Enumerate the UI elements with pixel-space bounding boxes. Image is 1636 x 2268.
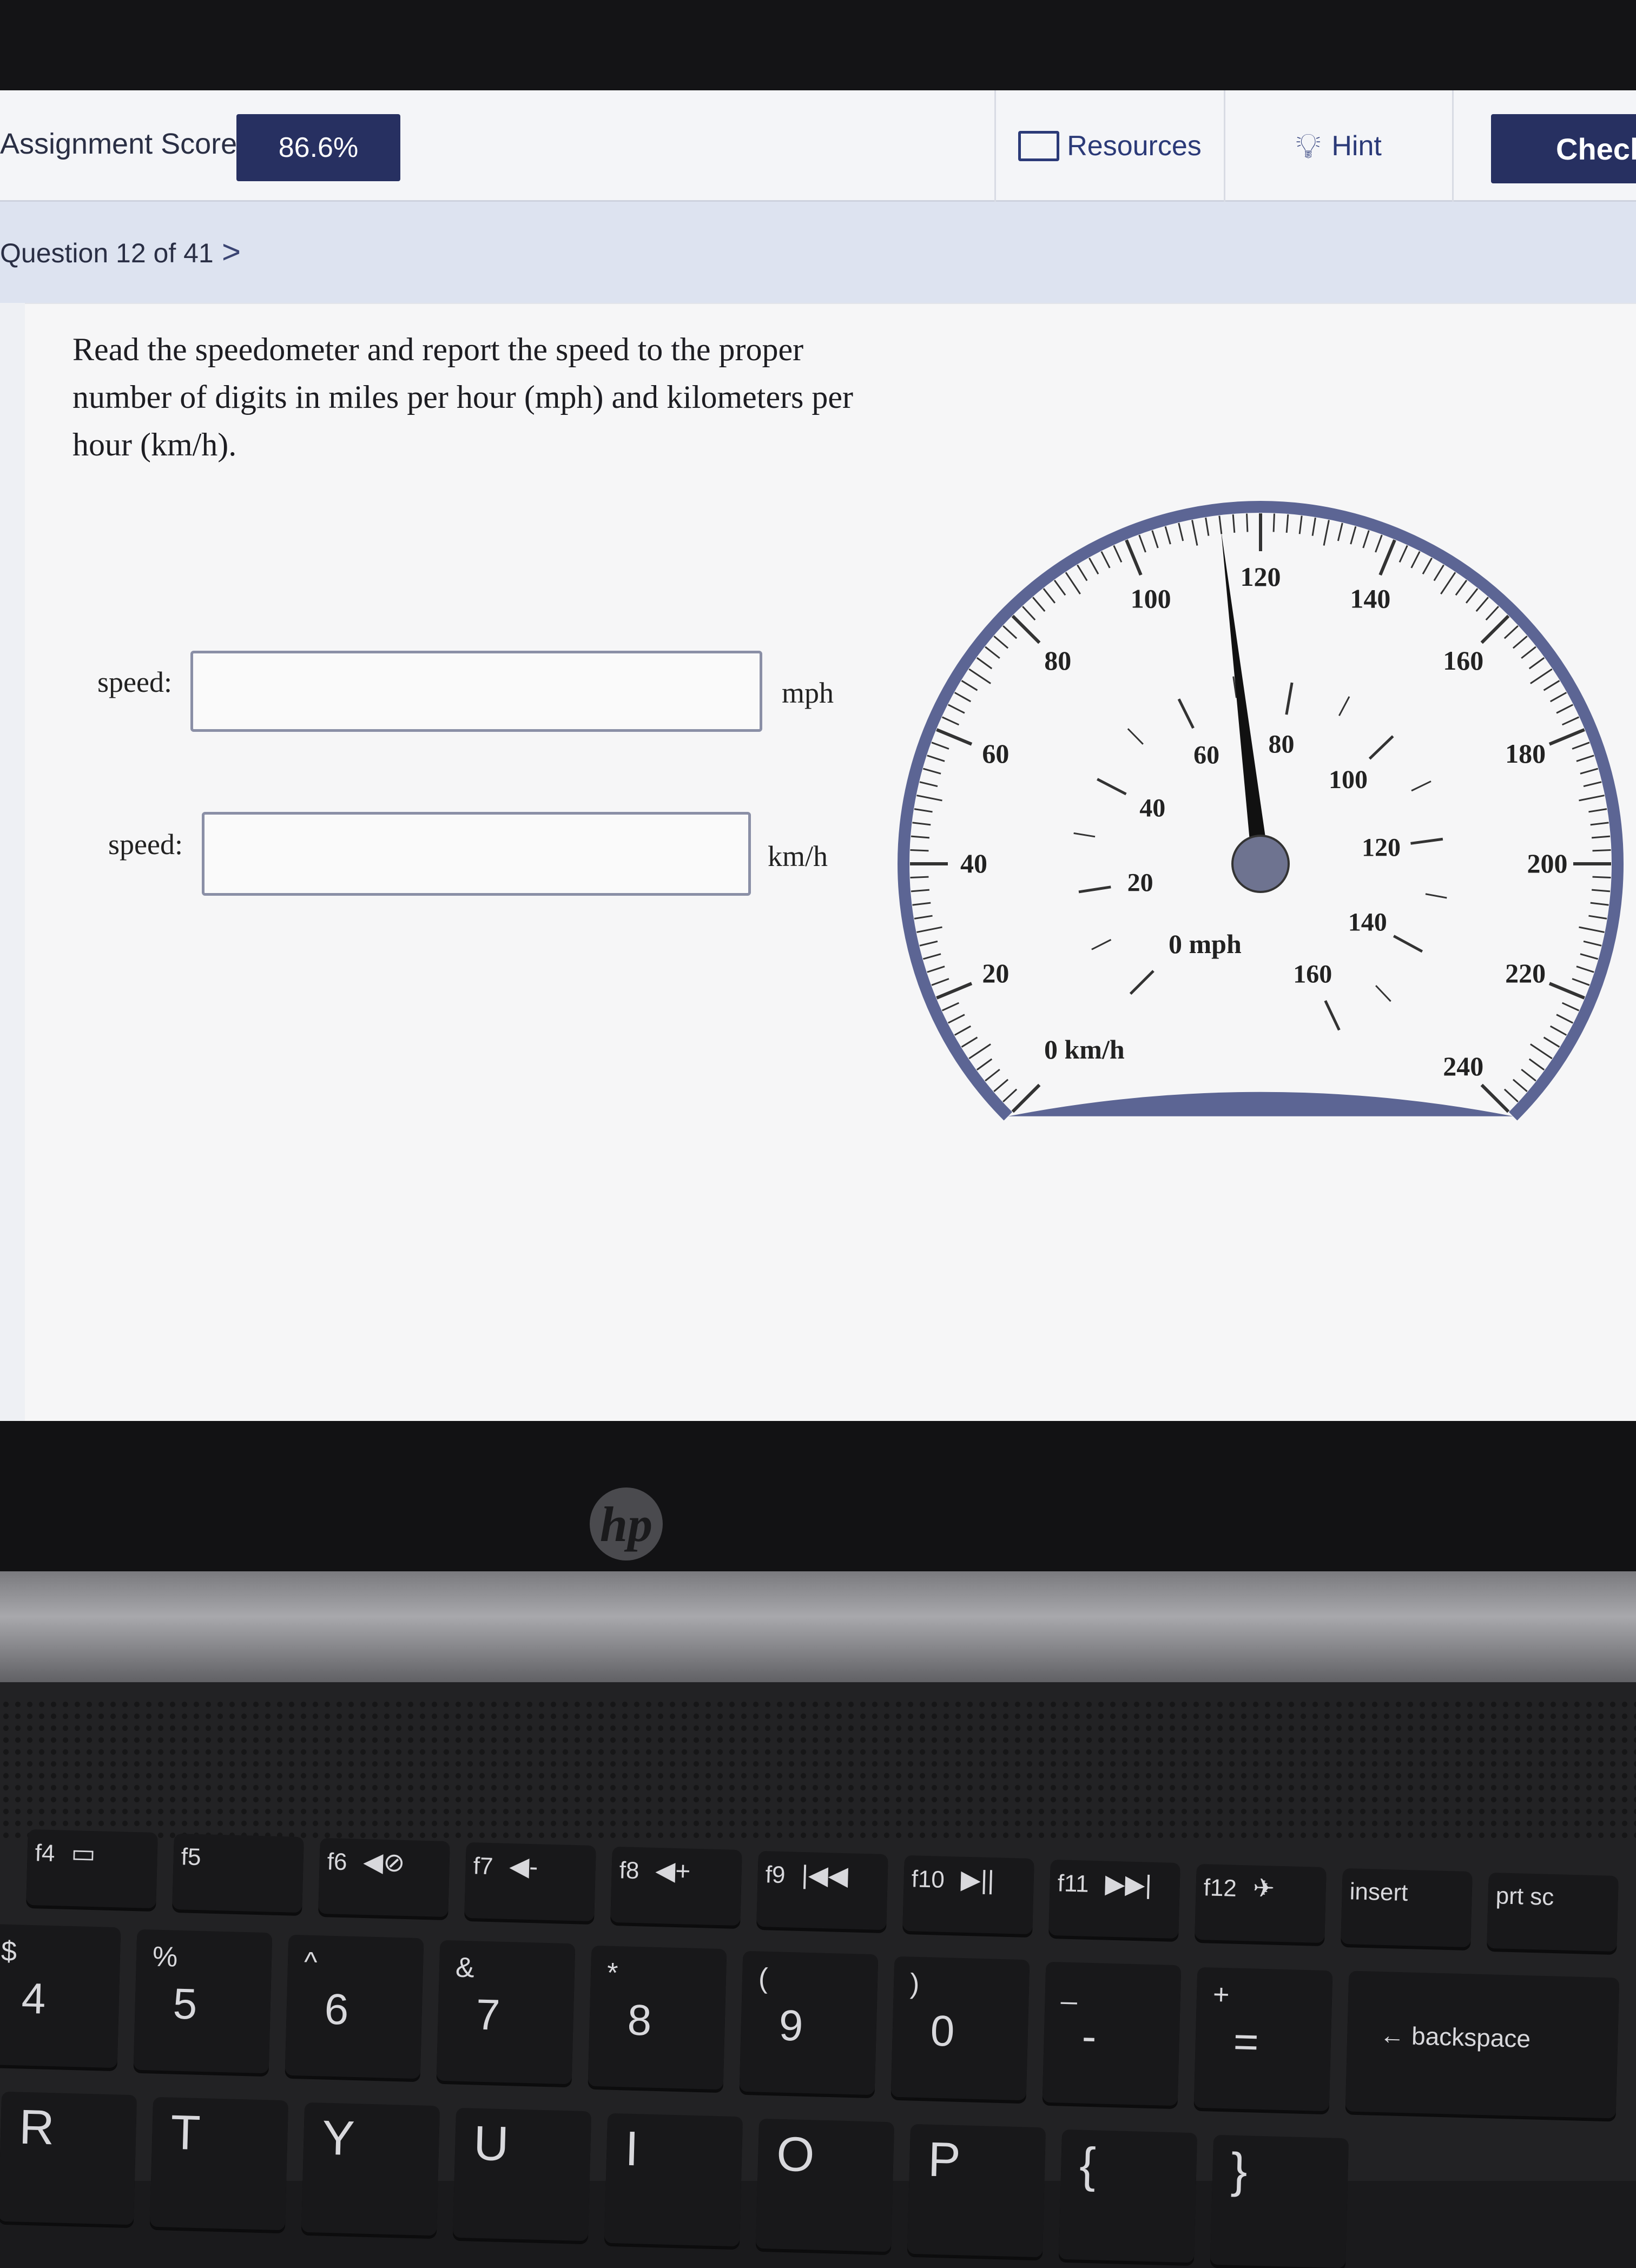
key-main-label: 4 (21, 1974, 47, 2023)
function-key-label: f11 (1057, 1870, 1090, 1897)
key-U[interactable]: U (452, 2107, 592, 2241)
key-f6[interactable]: f6 ◀⊘ (318, 1837, 450, 1917)
key-backspace[interactable]: ← backspace (1345, 1971, 1620, 2119)
function-key-icon: ▶▶| (1104, 1869, 1152, 1900)
key-shift-label: ( (758, 1962, 769, 1994)
key-main-label: 7 (475, 1990, 501, 2039)
function-key-icon: ▶|| (960, 1865, 995, 1895)
key-insert[interactable]: insert (1341, 1868, 1473, 1948)
key-main-label: ← backspace (1379, 2021, 1531, 2053)
key-letter-label: { (1079, 2138, 1097, 2193)
function-key-label: prt sc (1495, 1882, 1554, 1911)
key-letter-label: I (624, 2121, 639, 2177)
key-f9[interactable]: f9 |◀◀ (756, 1850, 888, 1930)
key--[interactable]: _ - (1042, 1961, 1182, 2106)
key-main-label: 9 (778, 2001, 804, 2050)
key-main-label: = (1232, 2017, 1259, 2066)
key-main-label: 5 (172, 1979, 198, 2028)
key-letter-label: R (18, 2100, 55, 2155)
function-key-icon: ◀+ (655, 1856, 691, 1886)
key-letter-label: P (927, 2132, 961, 2188)
key-}[interactable]: } (1210, 2134, 1349, 2268)
key-=[interactable]: + = (1193, 1967, 1333, 2112)
function-key-label: f12 (1203, 1874, 1237, 1902)
key-f7[interactable]: f7 ◀- (464, 1842, 596, 1922)
key-R[interactable]: R (0, 2091, 137, 2225)
key-f5[interactable]: f5 (172, 1833, 304, 1913)
key-shift-label: * (606, 1957, 619, 1989)
function-key-label: f8 (619, 1857, 640, 1885)
key-f11[interactable]: f11 ▶▶| (1048, 1859, 1180, 1939)
function-key-icon: ▭ (70, 1839, 96, 1869)
key-letter-label: T (170, 2105, 201, 2161)
key-{[interactable]: { (1058, 2129, 1198, 2263)
function-key-label: insert (1349, 1878, 1408, 1907)
function-key-label: f10 (911, 1866, 945, 1893)
key-P[interactable]: P (907, 2124, 1046, 2258)
key-shift-label: + (1212, 1979, 1230, 2011)
key-f12[interactable]: f12 ✈ (1195, 1863, 1327, 1943)
function-key-icon: ◀⊘ (362, 1847, 406, 1877)
key-shift-label: ^ (304, 1946, 318, 1979)
function-key-label: f9 (765, 1861, 786, 1889)
key-Y[interactable]: Y (301, 2102, 440, 2236)
key-5[interactable]: % 5 (133, 1929, 273, 2074)
key-letter-label: Y (321, 2111, 355, 2166)
key-main-label: 6 (324, 1985, 349, 2034)
key-shift-label: _ (1061, 1973, 1078, 2006)
key-shift-label: % (152, 1941, 179, 1973)
key-main-label: 8 (626, 1995, 652, 2045)
key-prt-sc[interactable]: prt sc (1487, 1872, 1619, 1952)
key-shift-label: ) (909, 1968, 920, 2000)
function-key-label: f6 (327, 1848, 348, 1876)
function-key-icon: ◀- (509, 1852, 539, 1882)
key-7[interactable]: & 7 (436, 1940, 576, 2085)
key-f10[interactable]: f10 ▶|| (902, 1855, 1034, 1935)
key-O[interactable]: O (755, 2118, 895, 2252)
key-letter-label: } (1230, 2143, 1248, 2198)
key-4[interactable]: $4 (0, 1923, 121, 2068)
key-shift-label: & (455, 1952, 475, 1984)
key-f4[interactable]: f4 ▭ (26, 1829, 158, 1909)
key-letter-label: O (776, 2127, 815, 2183)
key-f8[interactable]: f8 ◀+ (610, 1846, 742, 1926)
key-T[interactable]: T (149, 2097, 289, 2231)
function-key-icon: |◀◀ (801, 1860, 849, 1891)
function-key-icon: ✈ (1252, 1874, 1275, 1903)
key-main-label: 0 (929, 2006, 955, 2055)
key-8[interactable]: * 8 (588, 1945, 727, 2090)
key-9[interactable]: (9 (739, 1950, 879, 2095)
keyboard: f4 ▭ f5 f6 ◀⊘ f7 ◀- f8 ◀+ f9 |◀◀ f10 ▶|| f11 ▶▶| f12 ✈ in… (0, 0, 1636, 2268)
function-key-icon (1570, 1883, 1571, 1912)
key-6[interactable]: ^ 6 (285, 1934, 424, 2079)
key-main-label: - (1081, 2012, 1097, 2061)
key-letter-label: U (473, 2116, 510, 2172)
key-I[interactable]: I (604, 2113, 743, 2247)
key-shift-label: $ (1, 1935, 17, 1968)
function-key-label: f4 (35, 1840, 56, 1867)
key-0[interactable]: ) 0 (890, 1956, 1030, 2101)
function-key-label: f7 (473, 1853, 494, 1880)
function-key-label: f5 (181, 1843, 202, 1871)
